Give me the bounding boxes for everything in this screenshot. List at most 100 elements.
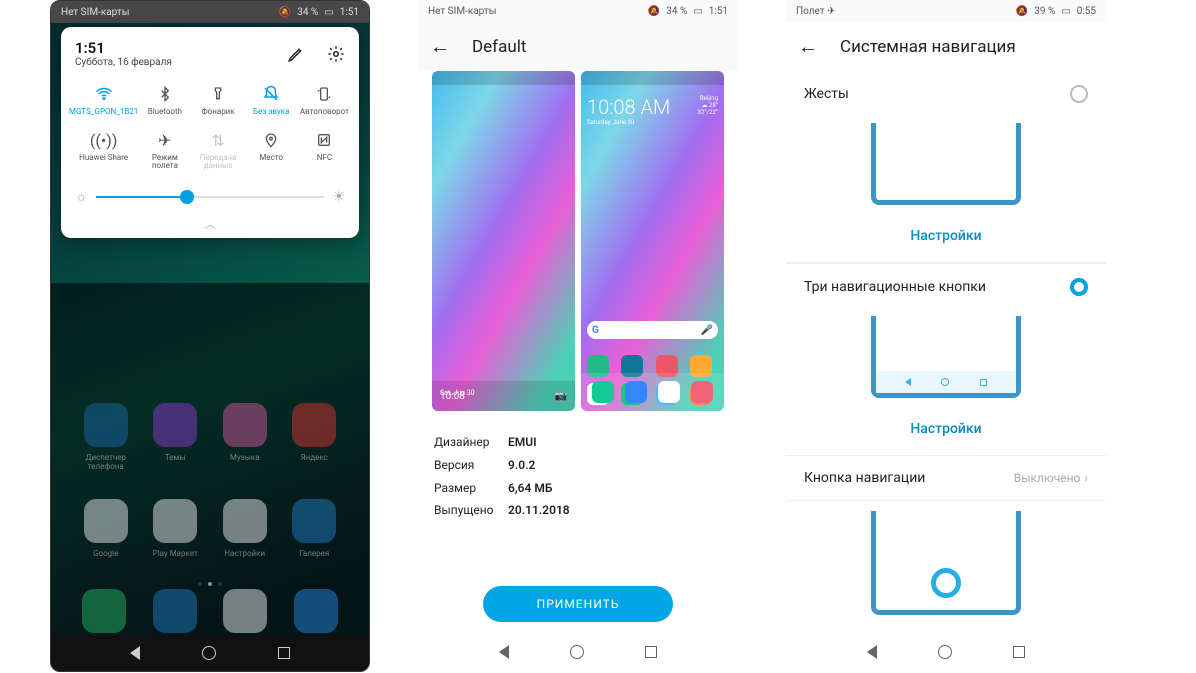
phone-quicksettings: Нет SIM-карты 🔕 34 % ▭ 1:51 1:51 Суббота… <box>50 0 370 672</box>
qs-silent[interactable]: Без звука <box>245 84 298 116</box>
nav-recents-icon[interactable] <box>645 646 657 658</box>
app-play[interactable]: Play Маркет <box>141 499 211 558</box>
battery-pct: 39 % <box>1034 6 1055 17</box>
mic-icon: 🎤 <box>701 325 713 336</box>
nav-home-icon[interactable] <box>570 645 584 659</box>
gestures-settings-link[interactable]: Настройки <box>786 209 1106 263</box>
qs-bluetooth[interactable]: Bluetooth <box>138 84 191 116</box>
theme-meta: ДизайнерEMUI Версия9.0.2 Размер6,64 МБ В… <box>418 411 738 542</box>
camera-icon: 📷 <box>555 391 567 402</box>
nav-bar <box>51 635 369 671</box>
option-three-keys[interactable]: Три навигационные кнопки <box>786 263 1106 310</box>
option-gestures[interactable]: Жесты <box>786 71 1106 117</box>
sun-min-icon: ☼ <box>75 188 88 205</box>
radio-icon[interactable] <box>1070 278 1088 296</box>
battery-pct: 34 % <box>666 6 687 17</box>
status-bar: Нет SIM-карты 🔕 34 % ▭ 1:51 <box>418 0 738 22</box>
three-keys-settings-link[interactable]: Настройки <box>786 402 1106 456</box>
dock-messages[interactable] <box>153 589 197 633</box>
widget-range: 32°/22° <box>698 109 718 116</box>
widget-time: 10:08 AM <box>587 95 670 119</box>
qs-airplane[interactable]: ✈Режим полета <box>138 130 191 170</box>
dock-browser[interactable] <box>223 589 267 633</box>
app-google[interactable]: Google <box>71 499 141 558</box>
app-settings[interactable]: Настройки <box>210 499 280 558</box>
nav-home-icon[interactable] <box>938 645 952 659</box>
app-gallery[interactable]: Галерея <box>280 499 350 558</box>
preview-lockscreen[interactable]: 10:08 📷 Sat, Jun 30 <box>432 71 575 411</box>
mute-icon: 🔕 <box>648 6 660 17</box>
back-icon[interactable]: ← <box>798 34 818 59</box>
preview-homescreen[interactable]: 10:08 AM Saturday, June 30 Beijing ☁ 28°… <box>581 71 724 411</box>
battery-icon: ▭ <box>324 7 333 18</box>
radio-icon[interactable] <box>1070 85 1088 103</box>
dock-phone[interactable] <box>82 589 126 633</box>
apply-button[interactable]: ПРИМЕНИТЬ <box>483 586 673 622</box>
nav-recents-icon <box>980 379 987 386</box>
preview-date: Sat, Jun 30 <box>440 389 475 397</box>
qs-wifi[interactable]: MGTS_GPON_1B21 <box>69 84 138 116</box>
wallpaper: 1:51 Суббота, 16 февраля MGTS_GPON_1B21 … <box>51 23 369 671</box>
nav-dock-value: Выключено <box>1014 471 1081 485</box>
dock <box>51 589 369 633</box>
battery-icon: ▭ <box>693 6 702 17</box>
qs-time: 1:51 <box>75 39 172 57</box>
nav-recents-icon[interactable] <box>1013 646 1025 658</box>
nav-bar <box>786 632 1106 672</box>
gear-icon[interactable] <box>327 45 345 63</box>
phone-theme-detail: Нет SIM-карты 🔕 34 % ▭ 1:51 ← Default 10… <box>418 0 738 672</box>
flight-status: Полет ✈ <box>796 6 835 17</box>
nav-home-icon <box>941 378 949 386</box>
clock: 0:55 <box>1077 6 1096 17</box>
qs-location[interactable]: Место <box>245 130 298 170</box>
widget-temp: 28° <box>709 102 718 109</box>
theme-previews[interactable]: 10:08 📷 Sat, Jun 30 10:08 AM Saturday, J… <box>418 71 738 411</box>
sun-max-icon: ☀ <box>332 189 345 205</box>
nav-back-icon <box>905 378 911 386</box>
edit-icon[interactable] <box>287 45 305 63</box>
qs-date: Суббота, 16 февраля <box>75 57 172 68</box>
nav-dock-circle-icon <box>931 568 961 598</box>
app-phone-manager[interactable]: Диспетчер телефона <box>71 403 141 471</box>
nav-back-icon[interactable] <box>130 646 140 660</box>
widget-day: Saturday, June 30 <box>587 119 670 126</box>
back-icon[interactable]: ← <box>430 34 450 59</box>
header: ← Default <box>418 22 738 71</box>
nav-home-icon[interactable] <box>202 646 216 660</box>
page-title: Системная навигация <box>840 37 1016 57</box>
collapse-icon[interactable]: ︿ <box>69 209 351 234</box>
header: ← Системная навигация <box>786 22 1106 71</box>
dock-camera[interactable] <box>294 589 338 633</box>
app-yandex[interactable]: Яндекс <box>280 403 350 471</box>
chevron-right-icon: › <box>1084 471 1088 485</box>
mute-icon: 🔕 <box>279 7 291 18</box>
qs-mobiledata[interactable]: ⇅Передача данных <box>191 130 244 170</box>
nav-back-icon[interactable] <box>867 645 877 659</box>
brightness-slider[interactable]: ☼ ☀ <box>69 180 351 209</box>
nav-dock-illustration <box>804 505 1088 615</box>
battery-pct: 34 % <box>297 7 318 18</box>
qs-nfc[interactable]: NFC <box>298 130 351 170</box>
widget-loc: Beijing <box>698 95 718 102</box>
three-keys-illustration <box>804 314 1088 398</box>
sim-status: Нет SIM-карты <box>61 7 129 18</box>
nav-back-icon[interactable] <box>499 645 509 659</box>
phone-system-navigation: Полет ✈ 🔕 39 % ▭ 0:55 ← Системная навига… <box>786 0 1106 672</box>
nav-recents-icon[interactable] <box>278 647 290 659</box>
app-themes[interactable]: Темы <box>141 403 211 471</box>
search-bar[interactable]: G🎤 <box>587 321 718 339</box>
option-nav-dock[interactable]: Кнопка навигации Выключено› <box>786 456 1106 501</box>
nav-bar <box>418 632 738 672</box>
battery-icon: ▭ <box>1061 6 1070 17</box>
page-title: Default <box>472 37 526 57</box>
qs-flashlight[interactable]: Фонарик <box>191 84 244 116</box>
home-app-grid: Диспетчер телефона Темы Музыка Яндекс Go… <box>51 403 369 558</box>
qs-autorotate[interactable]: Автоповорот <box>298 84 351 116</box>
gestures-illustration <box>804 121 1088 205</box>
qs-huaweishare[interactable]: ((•))Huawei Share <box>69 130 138 170</box>
status-bar: Полет ✈ 🔕 39 % ▭ 0:55 <box>786 0 1106 22</box>
sim-status: Нет SIM-карты <box>428 6 496 17</box>
quick-settings-panel: 1:51 Суббота, 16 февраля MGTS_GPON_1B21 … <box>61 27 359 238</box>
mute-icon: 🔕 <box>1016 6 1028 17</box>
app-music[interactable]: Музыка <box>210 403 280 471</box>
